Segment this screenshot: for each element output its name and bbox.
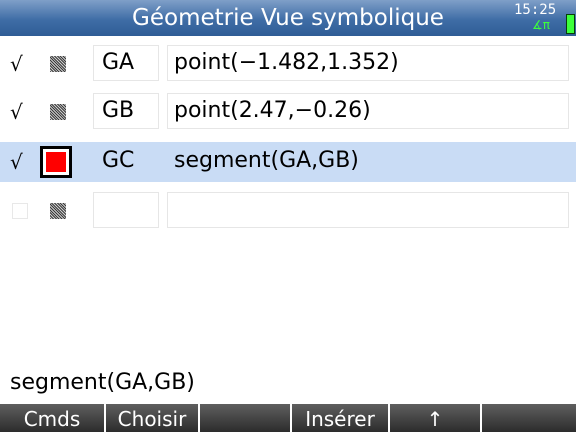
symbolic-row-empty[interactable] xyxy=(0,191,576,231)
symbolic-row-selected[interactable]: √ GC segment(GA,GB) xyxy=(0,142,576,182)
soft-menu-bar: Cmds Choisir Insérer ↑ xyxy=(0,402,576,432)
menu-cmds-button[interactable]: Cmds xyxy=(0,404,104,432)
expression-cell[interactable]: point(2.47,−0.26) xyxy=(167,93,569,129)
symbolic-row[interactable]: √ GB point(2.47,−0.26) xyxy=(0,92,576,132)
expression-cell[interactable] xyxy=(167,192,569,228)
title-bar: Géometrie Vue symbolique 15:25 ∡π xyxy=(0,0,576,36)
expression-cell[interactable]: point(−1.482,1.352) xyxy=(167,45,569,81)
menu-inserer-button[interactable]: Insérer xyxy=(292,404,388,432)
menu-up-button[interactable]: ↑ xyxy=(390,404,480,432)
visibility-check-icon[interactable]: √ xyxy=(10,44,28,84)
color-swatch[interactable] xyxy=(50,104,66,120)
object-name-cell[interactable]: GC xyxy=(93,143,159,179)
color-swatch[interactable] xyxy=(50,203,66,219)
visibility-check-icon[interactable]: √ xyxy=(10,142,28,182)
angle-mode-indicator: ∡π xyxy=(532,18,550,32)
calculator-screen: Géometrie Vue symbolique 15:25 ∡π √ GA p… xyxy=(0,0,576,432)
color-swatch-red[interactable] xyxy=(40,146,72,178)
app-title: Géometrie Vue symbolique xyxy=(132,5,444,31)
visibility-checkbox[interactable] xyxy=(12,203,28,219)
menu-empty-button[interactable] xyxy=(200,404,290,432)
expression-cell[interactable]: segment(GA,GB) xyxy=(167,143,569,179)
object-name-cell[interactable] xyxy=(93,192,159,228)
menu-choisir-button[interactable]: Choisir xyxy=(106,404,198,432)
color-swatch[interactable] xyxy=(50,56,66,72)
object-name-cell[interactable]: GB xyxy=(93,93,159,129)
edit-line[interactable]: segment(GA,GB) xyxy=(10,368,195,398)
menu-empty-button[interactable] xyxy=(482,404,576,432)
clock: 15:25 xyxy=(514,2,557,18)
battery-icon xyxy=(566,14,575,34)
object-name-cell[interactable]: GA xyxy=(93,45,159,81)
symbolic-row[interactable]: √ GA point(−1.482,1.352) xyxy=(0,44,576,84)
visibility-check-icon[interactable]: √ xyxy=(10,92,28,132)
